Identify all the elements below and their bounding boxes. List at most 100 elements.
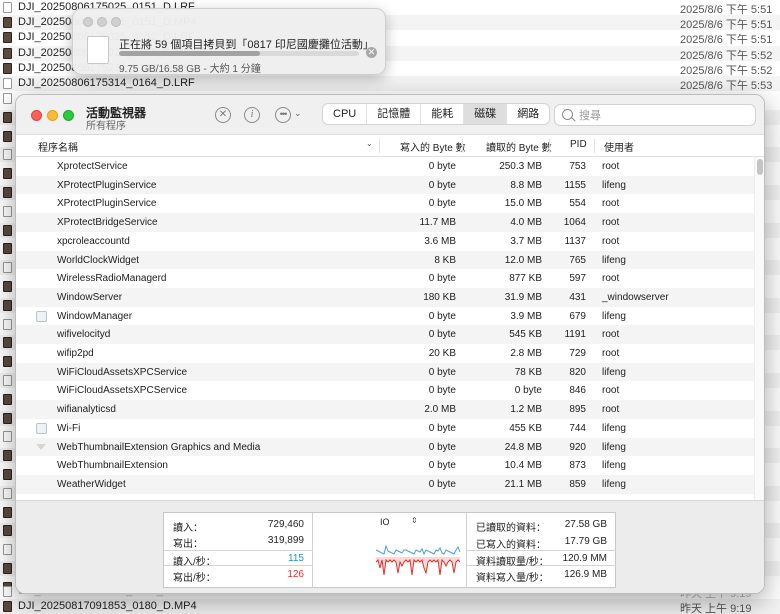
process-name: XProtectPluginService: [57, 179, 157, 191]
pid: 859: [569, 478, 586, 490]
tab-cpu[interactable]: CPU: [323, 104, 368, 124]
table-row[interactable]: XProtectPluginService 0 byte 15.0 MB 554 roo…: [16, 194, 754, 213]
pid: 1064: [563, 217, 586, 229]
user: lifeng: [602, 460, 626, 472]
document-icon: [3, 487, 12, 499]
document-icon: [3, 586, 12, 597]
pid: 1137: [564, 235, 586, 247]
process-icon: [36, 443, 46, 450]
column-divider[interactable]: [549, 139, 550, 153]
process-name: XProtectPluginService: [57, 198, 157, 210]
table-row[interactable]: Wi-Fi 0 byte 455 KB 744 lifeng: [16, 419, 754, 438]
write-line: [375, 558, 461, 576]
video-file-icon: [3, 281, 12, 292]
more-options-icon[interactable]: •••: [275, 107, 291, 123]
tab-network[interactable]: 網路: [507, 104, 549, 124]
pid: 765: [569, 254, 586, 266]
table-row[interactable]: WorldClockWidget 8 KB 12.0 MB 765 lifeng: [16, 250, 754, 270]
minimize-button[interactable]: [47, 110, 58, 121]
table-row[interactable]: WeatherWidget 0 byte 21.1 MB 859 lifeng: [16, 474, 754, 494]
video-file-icon: [3, 450, 12, 462]
vertical-scrollbar[interactable]: [754, 157, 764, 500]
dialog-close-button[interactable]: [83, 17, 93, 27]
bytes-read: 12.0 MB: [504, 254, 542, 266]
table-row[interactable]: WindowServer 180 KB 31.9 MB 431 _windowserve…: [16, 287, 754, 307]
table-row[interactable]: wifip2pd 20 KB 2.8 MB 729 root: [16, 344, 754, 363]
video-file-icon: [3, 111, 12, 123]
pid: 753: [569, 161, 586, 172]
document-icon: [3, 262, 12, 274]
table-row[interactable]: WebThumbnailExtension 0 byte 10.4 MB 873 lif…: [16, 456, 754, 475]
bytes-read: 545 KB: [509, 329, 542, 341]
column-header-bytes-written[interactable]: 寫入的 Byte 數: [400, 139, 466, 154]
chevron-down-icon[interactable]: ⌄: [294, 108, 302, 119]
table-row[interactable]: xpcroleaccountd 3.6 MB 3.7 MB 1137 root: [16, 232, 754, 251]
bytes-read: 21.1 MB: [504, 478, 542, 490]
video-file-icon: [3, 224, 12, 236]
document-icon: [3, 544, 12, 556]
stat-value: 126.9 MB: [564, 569, 607, 581]
table-row[interactable]: WebThumbnailExtension Graphics and Media…: [16, 437, 754, 457]
process-name: WebThumbnailExtension Graphics and Media: [57, 441, 261, 453]
table-row[interactable]: WindowManager 0 byte 3.9 MB 679 lifeng: [16, 307, 754, 326]
document-icon: [3, 2, 12, 13]
search-input[interactable]: [579, 108, 749, 123]
info-icon[interactable]: i: [244, 107, 260, 123]
column-divider[interactable]: [462, 139, 463, 153]
column-header-name[interactable]: 程序名稱: [38, 139, 78, 154]
finder-file-row[interactable]: DJI_20250817091853_0180_D.MP4 昨天 上午 9:19: [0, 599, 780, 614]
document-icon: [3, 205, 12, 217]
document-icon: [3, 78, 12, 89]
graph-label[interactable]: IO: [380, 517, 390, 527]
close-button[interactable]: [31, 110, 42, 121]
user: lifeng: [602, 366, 626, 378]
table-row[interactable]: wifianalyticsd 2.0 MB 1.2 MB 895 root: [16, 400, 754, 419]
sort-chevron-icon[interactable]: ⌄: [366, 139, 373, 148]
stop-process-icon[interactable]: ✕: [215, 107, 231, 123]
table-row[interactable]: wifivelocityd 0 byte 545 KB 1191 root: [16, 325, 754, 344]
io-counts: 讀入： 729,460 寫出： 319,899 讀入/秒： 115 寫出/秒： 126: [164, 513, 313, 587]
table-row[interactable]: XProtectPluginService 0 byte 8.8 MB 1155 lif…: [16, 175, 754, 195]
stat-value: 729,460: [267, 519, 304, 530]
column-header-user[interactable]: 使用者: [604, 139, 634, 154]
column-divider[interactable]: [379, 139, 380, 153]
video-file-icon: [3, 62, 12, 74]
table-row[interactable]: WiFiCloudAssetsXPCService 0 byte 0 byte 846…: [16, 381, 754, 400]
tab-memory[interactable]: 記憶體: [367, 104, 422, 124]
bytes-read: 10.4 MB: [504, 460, 542, 472]
table-row[interactable]: XProtectBridgeService 11.7 MB 4.0 MB 1064 ro…: [16, 213, 754, 232]
search-field[interactable]: [554, 104, 756, 126]
scrollbar-thumb[interactable]: [757, 159, 763, 175]
dialog-minimize-button[interactable]: [97, 17, 107, 27]
process-name: xpcroleaccountd: [57, 235, 130, 247]
file-date: 昨天 上午 9:19: [680, 603, 752, 614]
table-row[interactable]: WirelessRadioManagerd 0 byte 877 KB 597 root: [16, 269, 754, 288]
stat-value: 17.79 GB: [564, 535, 607, 547]
pid: 431: [569, 291, 586, 303]
window-subtitle[interactable]: 所有程序: [86, 117, 126, 132]
bytes-read: 8.8 MB: [510, 179, 542, 191]
table-row[interactable]: WiFiCloudAssetsXPCService 0 byte 78 KB 820 l…: [16, 362, 754, 382]
dialog-zoom-button[interactable]: [111, 17, 121, 27]
graph-select-icon[interactable]: ⇕: [411, 516, 418, 525]
column-header-bytes-read[interactable]: 讀取的 Byte 數: [486, 139, 552, 154]
copy-progress-dialog: 正在將 59 個項目拷貝到「0817 印尼國慶攤位活動」 9.75 GB/16.…: [72, 8, 386, 75]
video-file-icon: [3, 130, 12, 142]
bytes-read: 1.2 MB: [510, 404, 542, 416]
column-header-pid[interactable]: PID: [570, 139, 587, 150]
document-icon: [3, 318, 12, 330]
finder-file-row[interactable]: DJI_20250806175314_0164_D.LRF 2025/8/6 下午…: [0, 76, 780, 92]
pid: 846: [569, 385, 586, 397]
zoom-button[interactable]: [63, 110, 74, 121]
tab-energy[interactable]: 能耗: [421, 104, 465, 124]
stat-label: 寫出：: [173, 539, 203, 550]
tab-disk[interactable]: 磁碟: [464, 104, 508, 124]
process-table: XprotectService 0 byte 250.3 MB 753 root XPro…: [16, 157, 754, 500]
cancel-copy-icon[interactable]: ✕: [366, 47, 377, 58]
bytes-read: 78 KB: [514, 366, 542, 378]
pid: 920: [569, 441, 586, 453]
table-row[interactable]: XprotectService 0 byte 250.3 MB 753 root: [16, 157, 754, 176]
bytes-read: 15.0 MB: [504, 198, 542, 210]
video-file-icon: [3, 47, 12, 59]
column-divider[interactable]: [594, 139, 595, 153]
